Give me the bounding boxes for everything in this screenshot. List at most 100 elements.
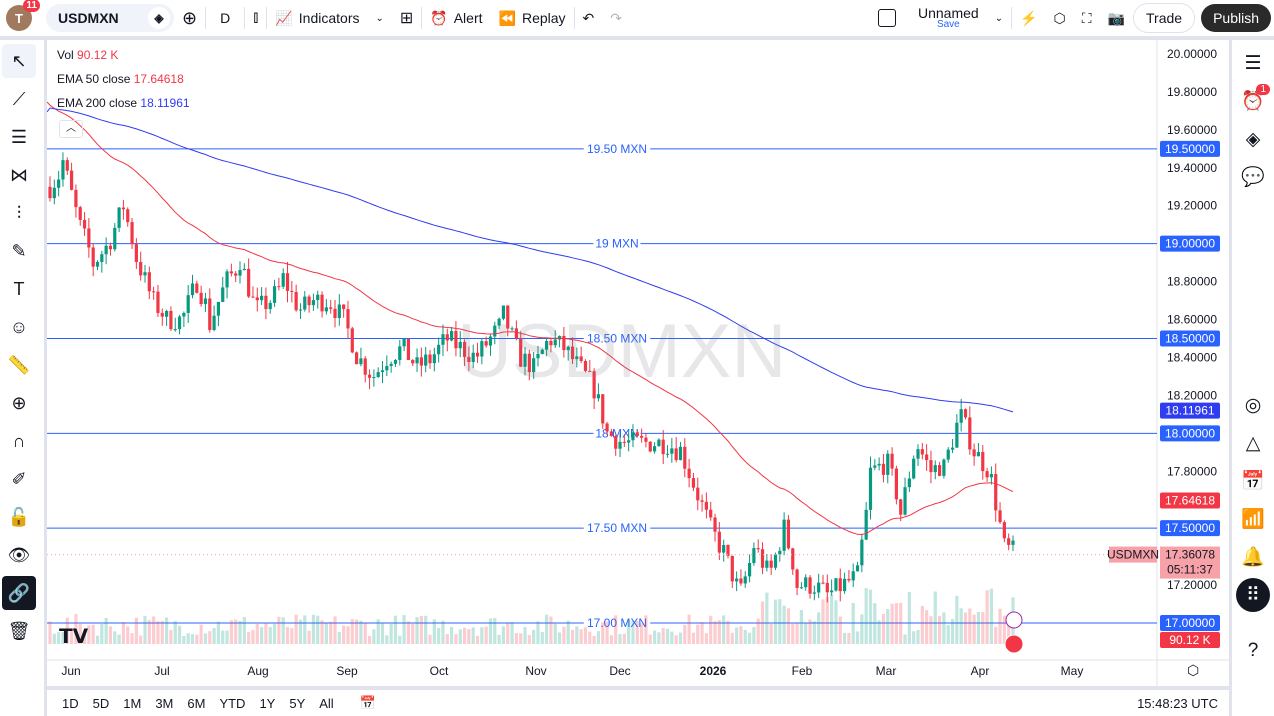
volume-bar bbox=[380, 623, 385, 644]
settings-button[interactable]: ⬡ bbox=[1046, 0, 1074, 36]
hline-price-tag-text: 19.00000 bbox=[1165, 237, 1215, 251]
volume-bar bbox=[424, 615, 428, 644]
forecast-icon[interactable]: ⫶ bbox=[2, 196, 36, 230]
redo-button[interactable]: ↷ bbox=[602, 0, 630, 36]
range-3m[interactable]: 3M bbox=[148, 696, 180, 711]
range-1y[interactable]: 1Y bbox=[252, 696, 282, 711]
volume-bar bbox=[411, 623, 415, 644]
range-5y[interactable]: 5Y bbox=[282, 696, 312, 711]
chart-pane[interactable]: 20.00000 19.80000 19.60000 19.40000 19.20000… bbox=[47, 40, 1229, 686]
fullscreen-button[interactable]: ⛶ bbox=[1074, 0, 1100, 36]
avatar[interactable]: T 11 bbox=[6, 0, 40, 31]
alerts-icon[interactable]: ⏰ 1 bbox=[1232, 82, 1274, 120]
save-link[interactable]: Save bbox=[937, 20, 960, 30]
indicators-button[interactable]: 📈 Indicators ⌄ bbox=[267, 0, 392, 36]
zoom-in-icon[interactable]: ⊕ bbox=[2, 386, 36, 420]
candle-body bbox=[234, 273, 238, 276]
layers-icon[interactable]: ◈ bbox=[1232, 120, 1274, 158]
undo-button[interactable]: ↶ bbox=[575, 0, 603, 36]
bell-icon[interactable]: 🔔 bbox=[1232, 538, 1274, 576]
chart-type-button[interactable]: ⫾ bbox=[245, 0, 266, 36]
volume-bar bbox=[173, 621, 177, 644]
eye-icon[interactable]: 👁 bbox=[2, 538, 36, 572]
legend-vol: Vol 90.12 K bbox=[57, 48, 119, 62]
link-icon[interactable]: 🔗 bbox=[2, 576, 36, 610]
candle-body bbox=[247, 268, 251, 297]
pattern-icon[interactable]: ⋈ bbox=[2, 158, 36, 192]
range-5d[interactable]: 5D bbox=[86, 696, 117, 711]
fib-icon[interactable]: ☰ bbox=[2, 120, 36, 154]
volume-bar bbox=[583, 627, 588, 644]
candle-body bbox=[739, 578, 743, 584]
symbol-search[interactable]: USDMXN ◈ bbox=[46, 4, 174, 32]
trade-button[interactable]: Trade bbox=[1133, 3, 1196, 33]
stream-icon[interactable]: 📶 bbox=[1232, 500, 1274, 538]
date-range-icon[interactable]: 📅 bbox=[353, 695, 383, 711]
collapse-legend-button[interactable]: ︿ bbox=[59, 120, 83, 138]
text-icon[interactable]: T bbox=[2, 272, 36, 306]
lock-drawing-icon[interactable]: ✐ bbox=[2, 462, 36, 496]
calendar-icon[interactable]: 📅 bbox=[1232, 462, 1274, 500]
ruler-icon[interactable]: 📏 bbox=[2, 348, 36, 382]
candle-body bbox=[674, 448, 678, 461]
quick-search-button[interactable]: ⚡ bbox=[1012, 0, 1045, 36]
symbol-icon: ◈ bbox=[148, 7, 170, 29]
range-6m[interactable]: 6M bbox=[180, 696, 212, 711]
ideas-icon[interactable]: △ bbox=[1232, 424, 1274, 462]
range-1m[interactable]: 1M bbox=[116, 696, 148, 711]
interval-button[interactable]: D bbox=[206, 0, 244, 36]
volume-bar bbox=[527, 635, 531, 644]
candle-body bbox=[87, 228, 91, 248]
candle-body bbox=[324, 307, 328, 312]
volume-bar bbox=[506, 623, 510, 644]
replay-button[interactable]: ⏪ Replay bbox=[491, 0, 574, 36]
range-1d[interactable]: 1D bbox=[55, 696, 86, 711]
volume-bar bbox=[190, 634, 195, 644]
emoji-icon[interactable]: ☺ bbox=[2, 310, 36, 344]
candle-body bbox=[65, 160, 69, 171]
candle-body bbox=[61, 160, 65, 180]
range-ytd[interactable]: YTD bbox=[212, 696, 252, 711]
volume-bar bbox=[324, 623, 328, 644]
time-tick: Mar bbox=[876, 664, 897, 678]
volume-bar bbox=[445, 634, 449, 644]
candle-body bbox=[622, 441, 626, 443]
compare-button[interactable]: ⊕ bbox=[174, 0, 205, 36]
templates-button[interactable]: ⊞ bbox=[392, 0, 421, 36]
volume-bar bbox=[890, 603, 894, 644]
brush-icon[interactable]: ✎ bbox=[2, 234, 36, 268]
volume-bar bbox=[648, 634, 652, 644]
apps-icon[interactable]: ⠿ bbox=[1232, 576, 1274, 614]
volume-bar bbox=[903, 634, 907, 644]
chat-icon[interactable]: 💬 bbox=[1232, 158, 1274, 196]
camera-icon: 📷 bbox=[1107, 9, 1126, 26]
volume-bar bbox=[510, 622, 514, 644]
volume-bar bbox=[126, 626, 130, 644]
target-icon[interactable]: ◎ bbox=[1232, 386, 1274, 424]
trendline-icon[interactable]: ⟋ bbox=[2, 82, 36, 116]
publish-button[interactable]: Publish bbox=[1201, 4, 1271, 32]
volume-bar bbox=[985, 590, 989, 644]
volume-bar bbox=[683, 624, 687, 644]
range-all[interactable]: All bbox=[312, 696, 340, 711]
lock-icon[interactable]: 🔓 bbox=[2, 500, 36, 534]
candle-body bbox=[614, 436, 618, 449]
candle-body bbox=[795, 569, 799, 588]
candle-body bbox=[419, 357, 423, 366]
help-icon[interactable]: ? bbox=[1232, 632, 1274, 670]
candle-body bbox=[57, 179, 61, 188]
cursor-icon[interactable]: ↖ bbox=[2, 44, 36, 78]
watchlist-icon[interactable]: ☰ bbox=[1232, 44, 1274, 82]
snapshot-button[interactable]: 📷 bbox=[1100, 0, 1133, 36]
alert-button[interactable]: ⏰ Alert bbox=[422, 0, 490, 36]
layout-button[interactable]: Unnamed Save ⌄ bbox=[870, 0, 1011, 36]
volume-bar bbox=[592, 635, 596, 644]
candle-body bbox=[687, 468, 691, 479]
volume-bar bbox=[484, 626, 488, 644]
trash-icon[interactable]: 🗑 bbox=[2, 614, 36, 648]
axis-settings-icon[interactable]: ⬡ bbox=[1187, 662, 1199, 679]
volume-bar bbox=[1002, 615, 1006, 644]
candle-body bbox=[644, 437, 648, 442]
volume-bar bbox=[691, 632, 696, 644]
magnet-icon[interactable]: ∩ bbox=[2, 424, 36, 458]
